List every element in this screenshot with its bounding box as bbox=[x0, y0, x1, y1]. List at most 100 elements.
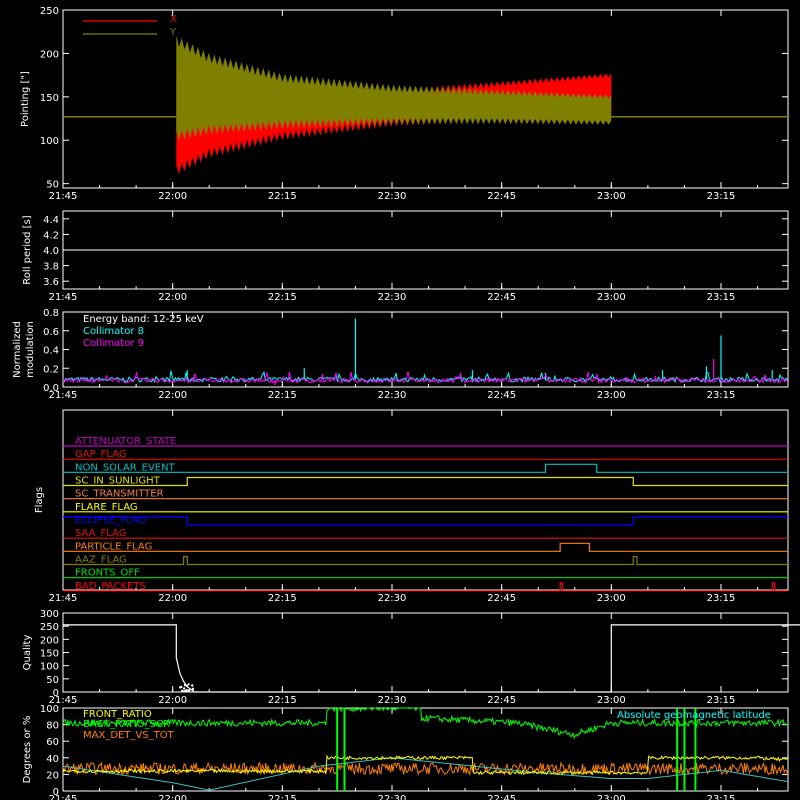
x-tick-label: 22:30 bbox=[378, 191, 407, 202]
x-tick-label: 22:15 bbox=[268, 593, 297, 604]
legend-collimator-9: Collimator 9 bbox=[83, 338, 144, 349]
y-axis-label: Flags bbox=[34, 487, 45, 513]
quality-point bbox=[191, 687, 195, 691]
flag-label-gap-flag: GAP_FLAG bbox=[75, 449, 127, 460]
x-tick-label: 22:00 bbox=[158, 695, 187, 706]
flag-label-aaz-flag: AAZ_FLAG bbox=[75, 555, 127, 566]
y-tick-label: 50 bbox=[46, 180, 59, 191]
x-tick-label: 22:45 bbox=[487, 794, 516, 800]
x-tick-label: 23:15 bbox=[707, 292, 736, 303]
quality-point bbox=[191, 684, 194, 687]
x-tick-label: 23:15 bbox=[707, 593, 736, 604]
flag-label-sc-transmitter: SC_TRANSMITTER bbox=[75, 489, 164, 500]
y-tick-label: 200 bbox=[40, 49, 59, 60]
x-tick-label: 22:30 bbox=[378, 593, 407, 604]
y-tick-label: 80 bbox=[46, 721, 59, 732]
quality-point bbox=[187, 689, 191, 692]
y-axis-label: Quality bbox=[22, 635, 33, 671]
y-tick-label: 4.2 bbox=[43, 230, 59, 241]
x-tick-label: 23:15 bbox=[707, 191, 736, 202]
x-tick-label: 23:00 bbox=[597, 593, 626, 604]
x-tick-label: 23:00 bbox=[597, 794, 626, 800]
flag-label-non-solar-event: NON_SOLAR_EVENT bbox=[75, 462, 176, 473]
y-axis-label: modulation bbox=[25, 321, 36, 378]
lower-series-1 bbox=[62, 761, 789, 776]
x-tick-label: 22:15 bbox=[268, 794, 297, 800]
y-tick-label: 300 bbox=[40, 609, 59, 620]
flag-label-bad-packets: BAD_PACKETS bbox=[75, 581, 146, 592]
y-tick-label: 20 bbox=[46, 770, 59, 781]
x-tick-label: 22:30 bbox=[378, 390, 407, 401]
flag-label-saa-flag: SAA_FLAG bbox=[75, 528, 126, 539]
panels: 21:45 22:00 22:15 22:30 22:45 23:00 23:15 50 100… bbox=[12, 6, 800, 800]
y-axis-label: Roll period [s] bbox=[22, 215, 33, 284]
x-tick-label: 23:00 bbox=[597, 390, 626, 401]
x-tick-label: 22:00 bbox=[158, 593, 187, 604]
quality-point bbox=[182, 687, 186, 690]
legend: XY bbox=[83, 14, 177, 38]
x-tick-label: 22:15 bbox=[268, 292, 297, 303]
quality-line bbox=[63, 624, 800, 693]
x-tick-label: 23:00 bbox=[597, 191, 626, 202]
y-tick-label: 0.2 bbox=[43, 364, 59, 375]
y-axis-label: Normalized bbox=[12, 321, 23, 378]
y-tick-label: 40 bbox=[46, 754, 59, 765]
y-tick-label: 0 bbox=[53, 787, 59, 798]
x-tick-label: 22:00 bbox=[158, 794, 187, 800]
flag-label-particle-flag: PARTICLE_FLAG bbox=[75, 541, 152, 552]
y-tick-label: 3.8 bbox=[43, 262, 59, 273]
y-tick-label: 0.8 bbox=[43, 308, 59, 319]
energy-band-annotation: Energy band: 12-25 keV bbox=[83, 314, 204, 325]
legend-geomagnetic-latitude: Absolute geomagnetic latitude bbox=[617, 710, 771, 721]
legend-collimator-8: Collimator 8 bbox=[83, 326, 144, 337]
y-tick-label: 250 bbox=[40, 622, 59, 633]
quality-point bbox=[180, 689, 184, 693]
y-tick-label: 150 bbox=[40, 649, 59, 660]
y-tick-label: 100 bbox=[40, 704, 59, 715]
x-tick-label: 23:15 bbox=[707, 695, 736, 706]
y-tick-label: 250 bbox=[40, 6, 59, 17]
flag-label-flare-flag: FLARE_FLAG bbox=[75, 502, 138, 513]
flag-line-eclipse-flag bbox=[63, 516, 788, 526]
x-tick-label: 22:45 bbox=[487, 191, 516, 202]
x-tick-label: 22:15 bbox=[268, 695, 297, 706]
x-tick-label: 22:45 bbox=[487, 390, 516, 401]
y-axis-label: Degrees or % bbox=[22, 716, 33, 784]
y-tick-label: 0.4 bbox=[43, 346, 59, 357]
x-tick-label: 21:45 bbox=[49, 191, 78, 202]
panel-modulation: 21:45 22:00 22:15 22:30 22:45 23:00 23:150.00.… bbox=[12, 308, 789, 401]
y-tick-label: 4.0 bbox=[43, 246, 59, 257]
x-tick-label: 22:00 bbox=[158, 191, 187, 202]
flag-line-aaz-flag bbox=[63, 555, 788, 566]
y-tick-label: 3.6 bbox=[43, 277, 59, 288]
panel-quality: 21:45 22:00 22:15 22:30 22:45 23:00 23:1505010… bbox=[22, 609, 800, 706]
quality-point bbox=[183, 683, 187, 687]
x-tick-label: 22:45 bbox=[487, 695, 516, 706]
y-tick-label: 100 bbox=[40, 662, 59, 673]
quality-point bbox=[179, 685, 183, 689]
x-tick-label: 23:00 bbox=[597, 292, 626, 303]
x-tick-label: 22:30 bbox=[378, 695, 407, 706]
flag-label-eclipse-flag: ECLIPSE_FLAG bbox=[75, 515, 146, 526]
x-tick-label: 23:00 bbox=[597, 695, 626, 706]
panel-roll: 21:45 22:00 22:15 22:30 22:45 23:00 23:15 3.6 3.… bbox=[22, 210, 789, 303]
panel-lower: 21:45 22:00 22:15 22:30 22:45 23:00 23:1502040… bbox=[22, 704, 789, 800]
x-tick-label: 22:00 bbox=[158, 292, 187, 303]
x-tick-label: 23:15 bbox=[707, 794, 736, 800]
y-tick-label: 150 bbox=[40, 93, 59, 104]
panel-flags: 21:45 22:00 22:15 22:30 22:45 23:00 23:15 Flags… bbox=[34, 409, 789, 604]
quality-point bbox=[182, 690, 186, 693]
y-tick-label: 0 bbox=[53, 688, 59, 699]
flag-label-sc-in-sunlight: SC_IN_SUNLIGHT bbox=[75, 476, 161, 487]
x-tick-label: 22:30 bbox=[378, 292, 407, 303]
lower-series-2 bbox=[62, 757, 788, 791]
x-tick-label: 22:00 bbox=[158, 390, 187, 401]
y-tick-label: 60 bbox=[46, 737, 59, 748]
flag-line-particle-flag bbox=[63, 542, 788, 552]
flag-line-sc-in-sunlight bbox=[63, 476, 788, 487]
quality-point bbox=[187, 683, 190, 686]
chart: 21:45 22:00 22:15 22:30 22:45 23:00 23:15 50 100… bbox=[12, 6, 800, 800]
y-tick-label: 50 bbox=[46, 675, 59, 686]
y-axis-label: Pointing ["] bbox=[20, 71, 31, 127]
x-tick-label: 23:15 bbox=[707, 390, 736, 401]
